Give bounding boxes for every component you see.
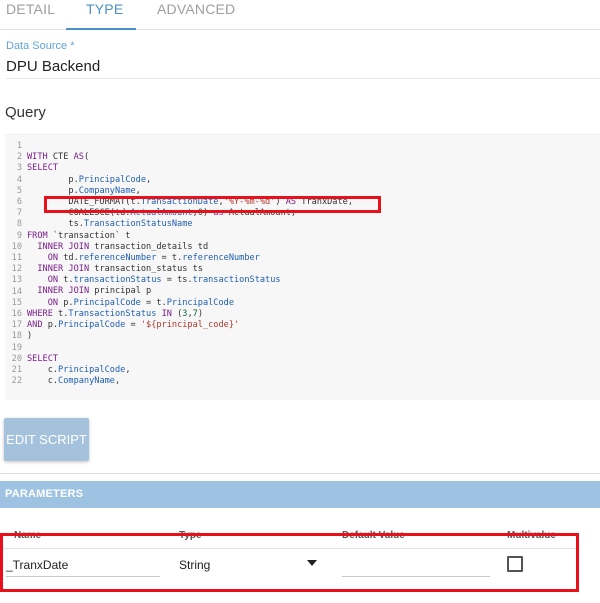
code-line: c.PrincipalCode,	[27, 364, 131, 375]
code-line: AND p.PrincipalCode = '${principal_code}…	[27, 320, 240, 330]
code-line: ON td.referenceNumber = t.referenceNumbe…	[47, 252, 260, 263]
code-line: INNER JOIN transaction_details td	[37, 241, 209, 252]
date-format-highlight-box	[44, 196, 381, 213]
line-number-gutter: 1 2 3 4 5 6 7 8 9 10 11 12 13 14 15 16 1…	[11, 141, 22, 387]
code-line: WHERE t.TransactionStatus IN (3,7)	[27, 308, 204, 319]
section-divider	[0, 473, 600, 474]
parameters-header-bar: PARAMETERS	[0, 481, 600, 508]
data-source-label-text: Data Source	[6, 40, 68, 52]
code-line: SELECT	[27, 163, 59, 174]
data-source-label: Data Source *	[6, 40, 75, 52]
code-line: )	[27, 331, 33, 342]
query-code[interactable]: WITH CTE AS(SELECT p.PrincipalCode, p.Co…	[27, 141, 353, 387]
data-source-underline	[6, 78, 600, 79]
code-line: ON t.transactionStatus = ts.transactionS…	[47, 275, 281, 286]
tab-type[interactable]: TYPE	[86, 1, 123, 17]
code-line: p.PrincipalCode,	[27, 174, 152, 185]
parameters-highlight-box	[0, 533, 579, 592]
required-mark: *	[70, 40, 75, 52]
parameters-title: PARAMETERS	[5, 488, 84, 500]
code-line: INNER JOIN transaction_status ts	[37, 264, 203, 275]
code-line: c.CompanyName,	[27, 375, 121, 386]
active-tab-indicator	[66, 28, 136, 30]
data-source-value[interactable]: DPU Backend	[6, 58, 100, 75]
code-line: ON p.PrincipalCode = t.PrincipalCode	[47, 297, 234, 308]
code-line: ts.TransactionStatusName	[27, 219, 193, 230]
code-line: INNER JOIN principal p	[37, 286, 152, 297]
tab-advanced[interactable]: ADVANCED	[157, 1, 235, 17]
query-editor[interactable]: 1 2 3 4 5 6 7 8 9 10 11 12 13 14 15 16 1…	[5, 134, 600, 400]
tab-bar: DETAIL TYPE ADVANCED	[0, 0, 600, 30]
code-line: WITH CTE AS(	[27, 152, 90, 163]
tab-detail[interactable]: DETAIL	[6, 1, 55, 17]
code-line: FROM `transaction` t	[27, 230, 131, 241]
query-label: Query	[5, 104, 46, 121]
code-line: SELECT	[27, 353, 59, 364]
edit-script-button[interactable]: EDIT SCRIPT	[4, 418, 89, 461]
